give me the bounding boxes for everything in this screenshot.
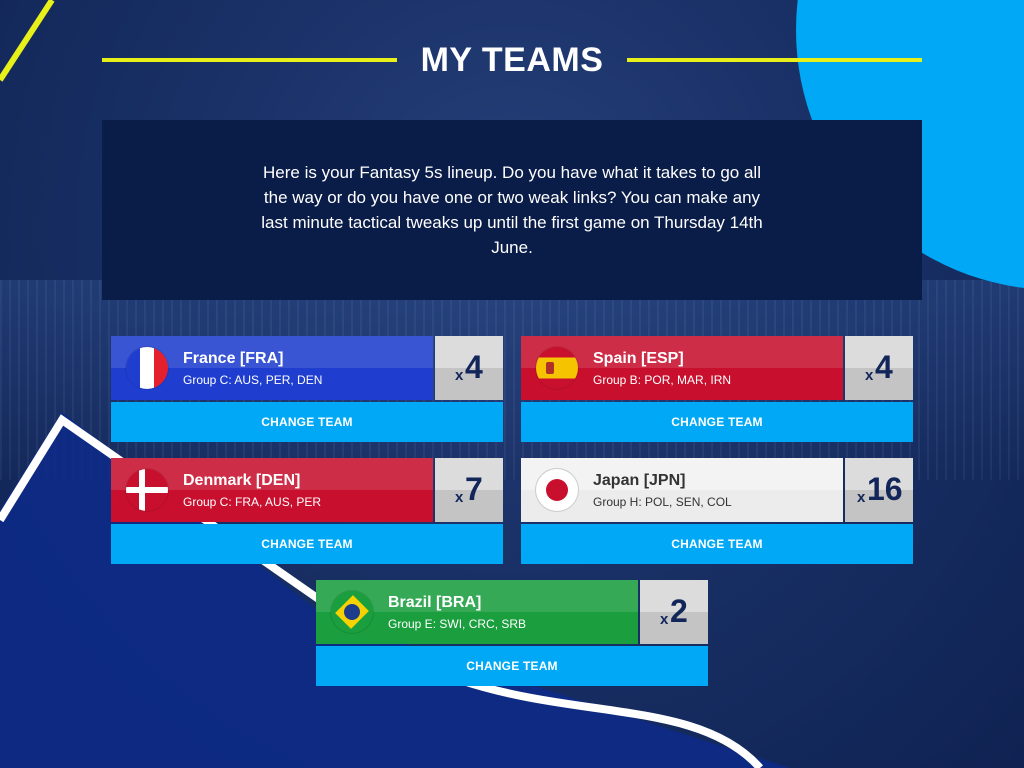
france-flag-icon [126, 347, 168, 389]
team-multiplier: x 4 [845, 336, 913, 400]
page-header: MY TEAMS [102, 36, 922, 84]
multiplier-prefix: x [857, 489, 866, 506]
team-name: Denmark [DEN] [183, 472, 301, 489]
team-card-denmark: Denmark [DEN] Group C: FRA, AUS, PER x 7… [111, 458, 503, 564]
team-group: Group C: FRA, AUS, PER [183, 495, 322, 509]
intro-panel: Here is your Fantasy 5s lineup. Do you h… [102, 120, 922, 300]
team-info: Japan [JPN] Group H: POL, SEN, COL [521, 458, 843, 522]
team-info: Denmark [DEN] Group C: FRA, AUS, PER [111, 458, 433, 522]
header-line-left [102, 58, 397, 62]
team-group: Group H: POL, SEN, COL [593, 495, 732, 509]
multiplier-value: 7 [465, 471, 483, 507]
spain-flag-icon [536, 347, 578, 389]
change-team-button[interactable]: CHANGE TEAM [521, 402, 913, 442]
denmark-flag-icon [126, 469, 168, 511]
multiplier-prefix: x [455, 489, 464, 506]
multiplier-value: 4 [465, 349, 483, 385]
multiplier-value: 4 [875, 349, 893, 385]
intro-text: Here is your Fantasy 5s lineup. Do you h… [261, 163, 763, 257]
team-group: Group C: AUS, PER, DEN [183, 373, 323, 387]
page-title: MY TEAMS [420, 40, 604, 79]
team-info: Brazil [BRA] Group E: SWI, CRC, SRB [316, 580, 638, 644]
multiplier-prefix: x [455, 367, 464, 384]
brazil-flag-icon [331, 591, 373, 633]
change-team-button[interactable]: CHANGE TEAM [521, 524, 913, 564]
team-info: France [FRA] Group C: AUS, PER, DEN [111, 336, 433, 400]
team-name: France [FRA] [183, 350, 284, 367]
multiplier-prefix: x [660, 611, 669, 628]
team-multiplier: x 7 [435, 458, 503, 522]
team-name: Japan [JPN] [593, 472, 686, 489]
team-group: Group E: SWI, CRC, SRB [388, 617, 527, 631]
team-name: Brazil [BRA] [388, 594, 482, 611]
team-multiplier: x 2 [640, 580, 708, 644]
change-team-button[interactable]: CHANGE TEAM [111, 402, 503, 442]
multiplier-prefix: x [865, 367, 874, 384]
multiplier-value: 2 [670, 593, 688, 629]
team-card-france: France [FRA] Group C: AUS, PER, DEN x 4 … [111, 336, 503, 442]
team-info: Spain [ESP] Group B: POR, MAR, IRN [521, 336, 843, 400]
change-team-button[interactable]: CHANGE TEAM [316, 646, 708, 686]
team-card-japan: Japan [JPN] Group H: POL, SEN, COL x 16 … [521, 458, 913, 564]
team-card-spain: Spain [ESP] Group B: POR, MAR, IRN x 4 C… [521, 336, 913, 442]
japan-flag-icon [536, 469, 578, 511]
team-name: Spain [ESP] [593, 350, 684, 367]
team-card-brazil: Brazil [BRA] Group E: SWI, CRC, SRB x 2 … [316, 580, 708, 686]
team-multiplier: x 4 [435, 336, 503, 400]
team-multiplier: x 16 [845, 458, 913, 522]
multiplier-value: 16 [867, 471, 903, 507]
change-team-button[interactable]: CHANGE TEAM [111, 524, 503, 564]
header-line-right [627, 58, 922, 62]
team-group: Group B: POR, MAR, IRN [593, 373, 732, 387]
